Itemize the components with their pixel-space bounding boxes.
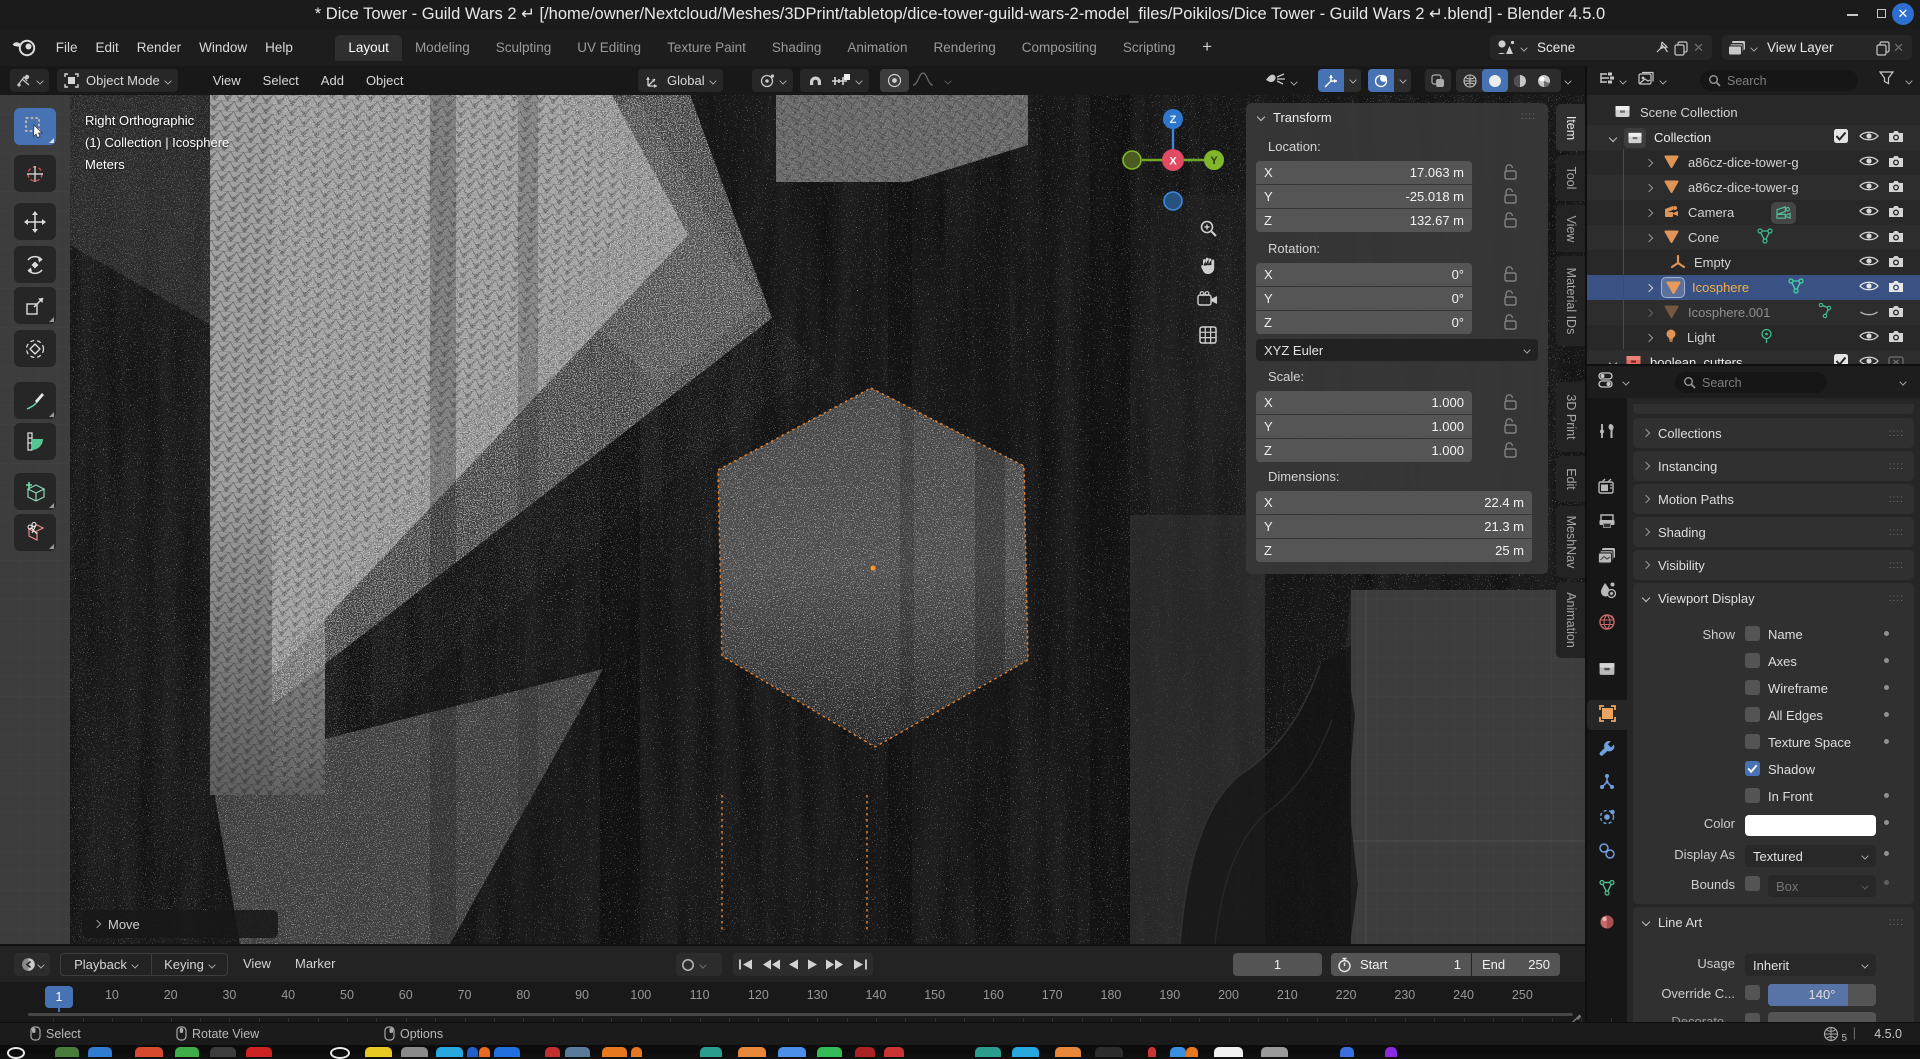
svg-text:X: X — [1169, 156, 1177, 168]
svg-text:Z: Z — [1170, 114, 1177, 126]
svg-text:Y: Y — [1210, 155, 1218, 167]
